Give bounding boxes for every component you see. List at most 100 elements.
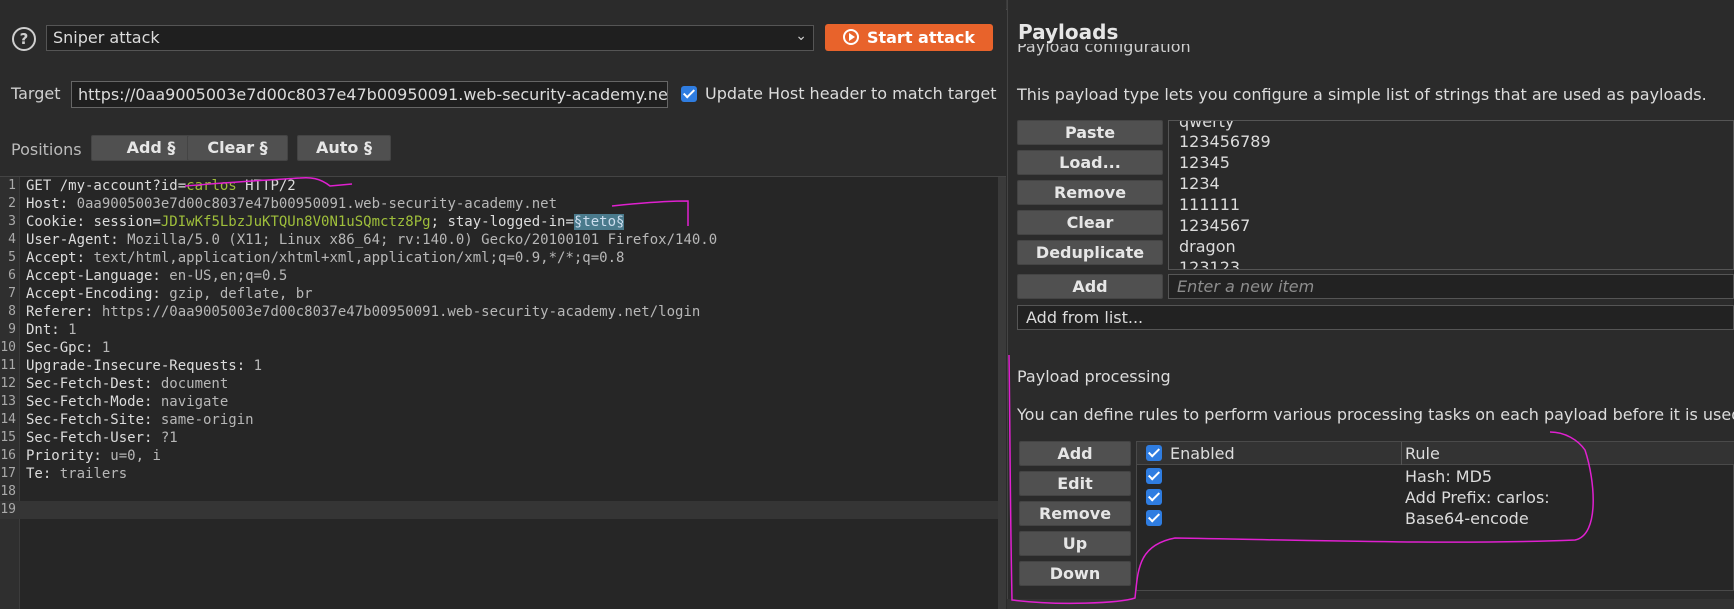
editor-line[interactable]: 8 Referer: https://0aa9005003e7d00c8037e4… [0,303,998,321]
editor-line[interactable]: 18 [0,483,998,501]
editor-line[interactable]: 6 Accept-Language: en-US,en;q=0.5 [0,267,998,285]
list-item[interactable]: 1234567 [1179,215,1250,236]
list-item[interactable]: 1234 [1179,173,1220,194]
deduplicate-button[interactable]: Deduplicate [1017,240,1163,265]
editor-line[interactable]: 17 Te: trailers [0,465,998,483]
line-number: 7 [8,286,16,301]
line-number: 17 [0,466,16,481]
editor-line[interactable]: 13 Sec-Fetch-Mode: navigate [0,393,998,411]
clear-button[interactable]: Clear [1017,210,1163,235]
line-number: 18 [0,484,16,499]
line-text: Accept-Encoding: gzip, deflate, br [26,286,313,302]
play-icon [842,29,859,45]
line-number: 19 [0,502,16,517]
remove-button[interactable]: Remove [1017,180,1163,205]
line-text: Upgrade-Insecure-Requests: 1 [26,358,263,374]
table-row[interactable]: Add Prefix: carlos: [1137,487,1734,508]
new-item-input[interactable]: Enter a new item [1168,274,1734,299]
down-rule-button[interactable]: Down [1019,561,1131,586]
editor-line[interactable]: 10 Sec-Gpc: 1 [0,339,998,357]
editor-line[interactable]: 12 Sec-Fetch-Dest: document [0,375,998,393]
attack-type-value: Sniper attack [53,28,160,47]
line-text: Cookie: session=JDIwKf5LbzJuKTQUn8V0N1uS… [26,214,625,230]
col-enabled: Enabled [1170,444,1235,463]
editor-line[interactable]: 3 Cookie: session=JDIwKf5LbzJuKTQUn8V0N1u… [0,213,998,231]
positions-label: Positions [11,140,82,159]
line-number: 1 [8,178,16,193]
line-number: 8 [8,304,16,319]
editor-line[interactable]: 5 Accept: text/html,application/xhtml+xml… [0,249,998,267]
table-row[interactable]: Hash: MD5 [1137,466,1734,487]
start-attack-button[interactable]: Start attack [825,24,993,51]
rule-enabled-checkbox[interactable] [1146,489,1162,505]
rules-table: Enabled Rule Hash: MD5 Add Prefix: carlo… [1136,441,1734,591]
line-number: 6 [8,268,16,283]
list-item[interactable]: 12345 [1179,152,1230,173]
auto-marker-button[interactable]: Auto § [297,135,391,161]
line-number: 4 [8,232,16,247]
add-item-button[interactable]: Add [1017,274,1163,299]
editor-line[interactable]: 16 Priority: u=0, i [0,447,998,465]
editor-line[interactable]: 15 Sec-Fetch-User: ?1 [0,429,998,447]
editor-line[interactable]: 7 Accept-Encoding: gzip, deflate, br [0,285,998,303]
clear-marker-button[interactable]: Clear § [187,135,288,161]
line-text: Sec-Fetch-Dest: document [26,376,229,392]
line-text: Dnt: 1 [26,322,77,338]
chevron-down-icon: ⌄ [795,28,807,44]
editor-line[interactable]: 19 [0,501,998,519]
line-number: 3 [8,214,16,229]
column-divider [1401,442,1402,465]
payload-list[interactable]: qwerty 123456789 12345 1234 111111 12345… [1168,120,1734,270]
edit-rule-button[interactable]: Edit [1019,471,1131,496]
enable-all-checkbox[interactable] [1146,445,1162,461]
line-number: 2 [8,196,16,211]
line-number: 10 [0,340,16,355]
list-item[interactable]: 123456789 [1179,131,1271,152]
line-text: Sec-Fetch-Mode: navigate [26,394,229,410]
rule-text: Base64-encode [1405,509,1529,528]
col-rule: Rule [1405,444,1440,463]
update-host-checkbox[interactable] [681,86,697,102]
payload-processing-title: Payload processing [1017,367,1171,386]
rule-text: Add Prefix: carlos: [1405,488,1550,507]
add-rule-button[interactable]: Add [1019,441,1131,466]
paste-button[interactable]: Paste [1017,120,1163,145]
list-item[interactable]: 111111 [1179,194,1240,215]
add-from-list-select[interactable]: Add from list... [1017,305,1734,330]
rule-enabled-checkbox[interactable] [1146,510,1162,526]
remove-rule-button[interactable]: Remove [1019,501,1131,526]
line-number: 16 [0,448,16,463]
line-text: Sec-Fetch-Site: same-origin [26,412,254,428]
editor-line[interactable]: 9 Dnt: 1 [0,321,998,339]
line-text: Te: trailers [26,466,128,482]
list-item[interactable]: dragon [1179,236,1236,257]
rule-enabled-checkbox[interactable] [1146,468,1162,484]
line-number: 11 [0,358,16,373]
payload-marker: §teto§ [573,214,625,230]
start-attack-label: Start attack [866,28,976,47]
line-number: 15 [0,430,16,445]
editor-line[interactable]: 4 User-Agent: Mozilla/5.0 (X11; Linux x86… [0,231,998,249]
line-number: 14 [0,412,16,427]
line-text: Host: 0aa9005003e7d00c8037e47b00950091.w… [26,196,558,212]
payload-config-title: Payload configuration [1017,44,1191,56]
line-text: Accept-Language: en-US,en;q=0.5 [26,268,288,284]
line-number: 13 [0,394,16,409]
table-row[interactable]: Base64-encode [1137,508,1734,529]
list-item[interactable]: 123123 [1179,257,1240,269]
target-label: Target [11,84,61,103]
line-text: Priority: u=0, i [26,448,161,464]
up-rule-button[interactable]: Up [1019,531,1131,556]
bottom-scrollbar[interactable] [1007,599,1734,609]
editor-line[interactable]: 2 Host: 0aa9005003e7d00c8037e47b00950091.… [0,195,998,213]
editor-line[interactable]: 14 Sec-Fetch-Site: same-origin [0,411,998,429]
help-icon[interactable]: ? [12,27,36,51]
request-editor[interactable]: 1 GET /my-account?id=carlos HTTP/2 2 Host: … [0,177,998,609]
attack-type-select[interactable]: Sniper attack ⌄ [46,25,814,51]
load-button[interactable]: Load... [1017,150,1163,175]
update-host-label: Update Host header to match target [705,84,997,103]
editor-line[interactable]: 11 Upgrade-Insecure-Requests: 1 [0,357,998,375]
editor-line[interactable]: 1 GET /my-account?id=carlos HTTP/2 [0,177,998,195]
editor-scrollbar[interactable] [998,177,1006,609]
target-url-input[interactable]: https://0aa9005003e7d00c8037e47b00950091… [71,81,668,108]
